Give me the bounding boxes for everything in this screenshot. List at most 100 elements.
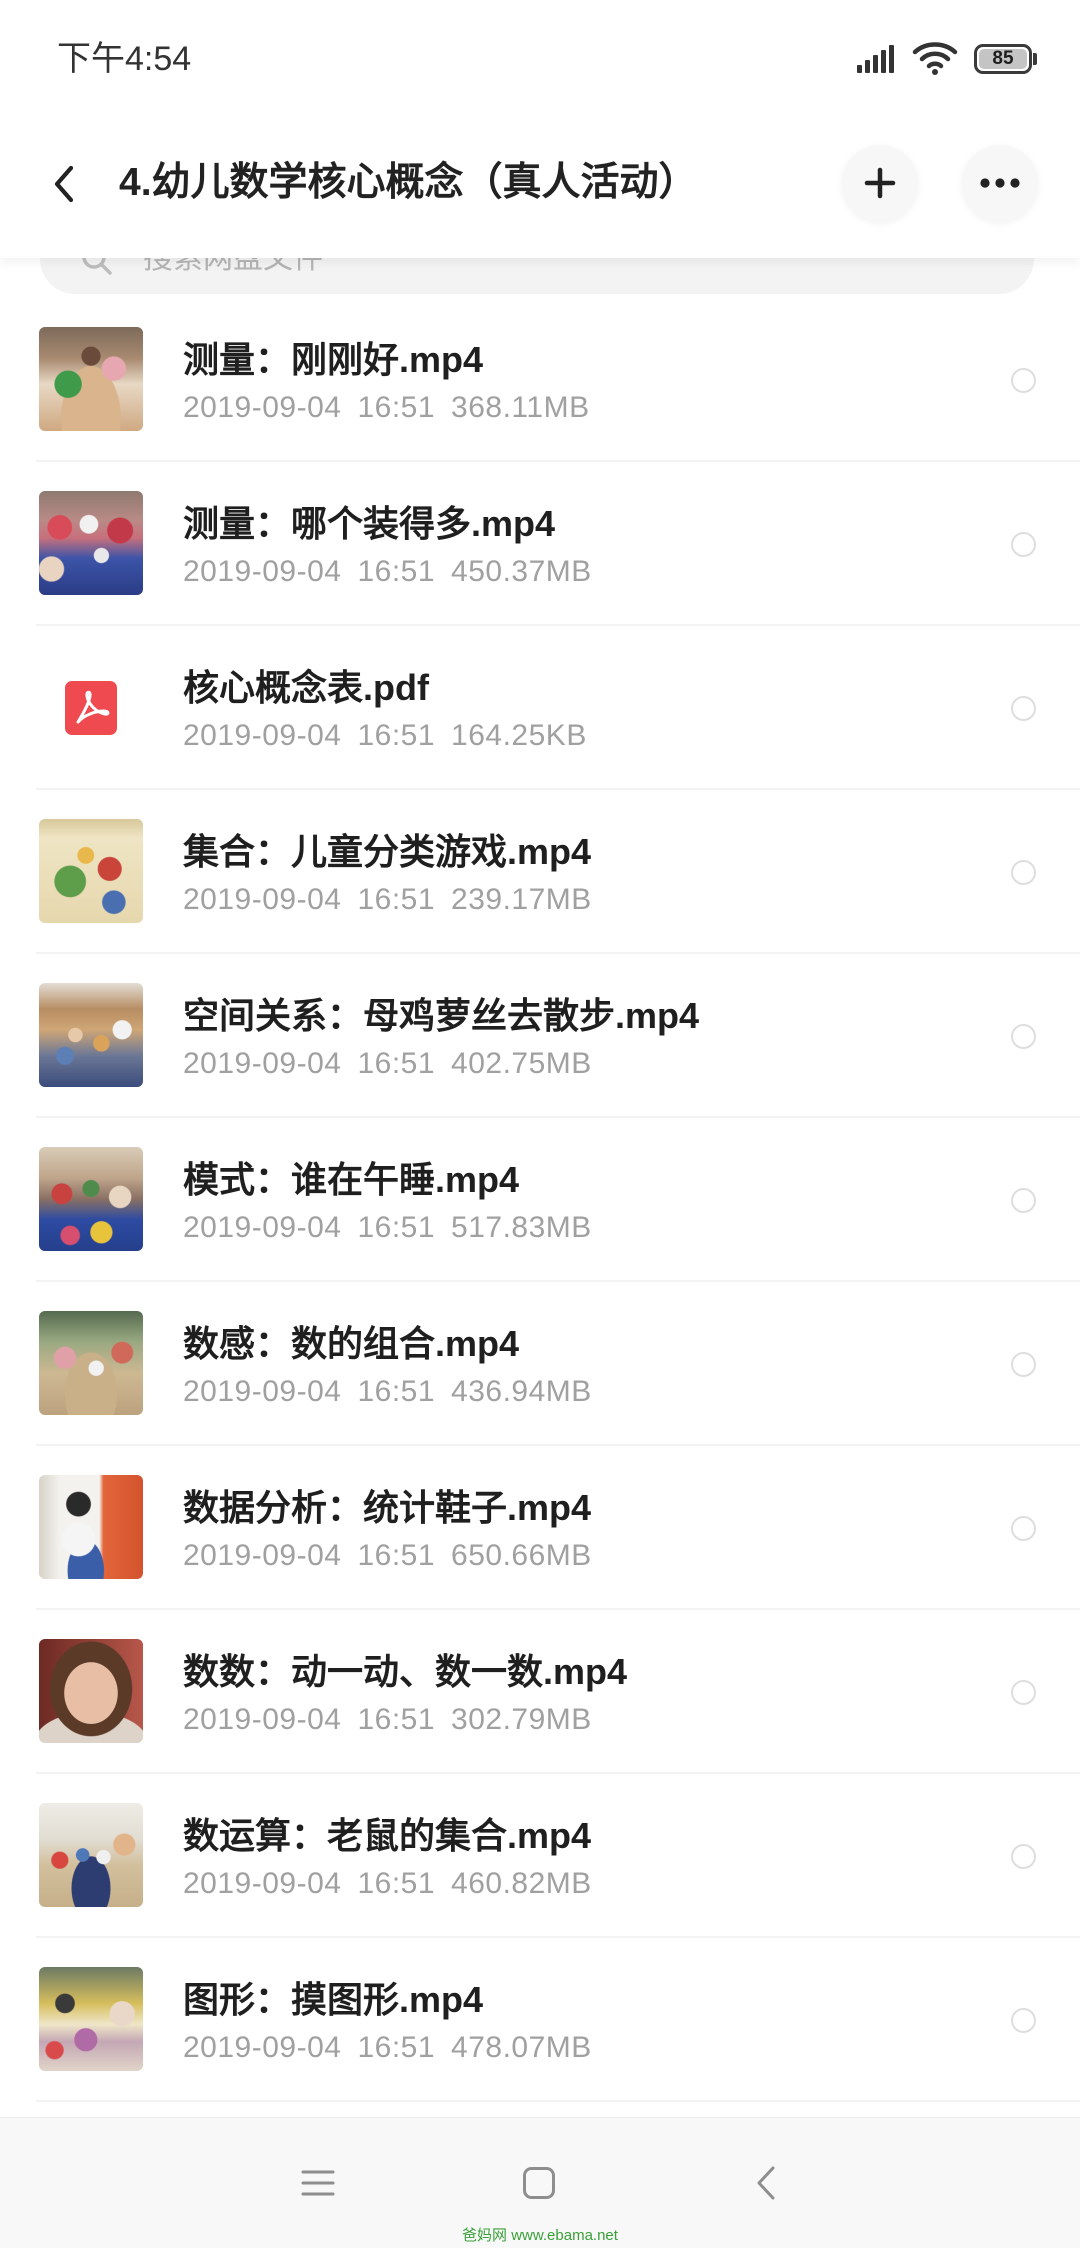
file-size: 239.17MB [451, 883, 592, 916]
more-button[interactable] [962, 145, 1038, 221]
file-time: 16:51 [357, 1867, 436, 1900]
file-size: 164.25KB [451, 719, 587, 752]
file-name: 模式：谁在午睡.mp4 [183, 1159, 520, 1200]
plus-icon [864, 167, 896, 199]
status-time: 下午4:54 [57, 40, 192, 78]
file-row[interactable]: 核心概念表.pdf 2019-09-04 16:51 164.25KB [0, 626, 1080, 790]
select-checkbox[interactable] [1011, 1188, 1036, 1213]
file-meta: 2019-09-04 16:51 460.82MB [183, 1866, 608, 1902]
video-thumbnail [39, 1147, 143, 1251]
wifi-icon [912, 42, 958, 75]
file-time: 16:51 [357, 391, 436, 424]
video-thumbnail [39, 1967, 143, 2071]
video-thumbnail [39, 1475, 143, 1579]
select-checkbox[interactable] [1011, 1516, 1036, 1541]
file-name: 数数：动一动、数一数.mp4 [183, 1651, 628, 1692]
file-name: 集合：儿童分类游戏.mp4 [183, 831, 592, 872]
file-size: 402.75MB [451, 1047, 592, 1080]
file-row[interactable]: 数数：动一动、数一数.mp4 2019-09-04 16:51 302.79MB [0, 1610, 1080, 1774]
file-meta: 2019-09-04 16:51 302.79MB [183, 1702, 608, 1738]
select-checkbox[interactable] [1011, 696, 1036, 721]
watermark-text: 爸妈网 www.ebama.net [462, 2227, 618, 2244]
file-date: 2019-09-04 [183, 883, 342, 916]
file-time: 16:51 [357, 555, 436, 588]
select-checkbox[interactable] [1011, 1844, 1036, 1869]
select-checkbox[interactable] [1011, 1352, 1036, 1377]
file-time: 16:51 [357, 2031, 436, 2064]
file-row[interactable]: 空间关系：母鸡萝丝去散步.mp4 2019-09-04 16:51 402.75MB [0, 954, 1080, 1118]
file-row[interactable]: 模式：谁在午睡.mp4 2019-09-04 16:51 517.83MB [0, 1118, 1080, 1282]
file-date: 2019-09-04 [183, 719, 342, 752]
video-thumbnail [39, 819, 143, 923]
file-row[interactable]: 测量：哪个装得多.mp4 2019-09-04 16:51 450.37MB [0, 462, 1080, 626]
video-thumbnail [39, 1639, 143, 1743]
select-checkbox[interactable] [1011, 1024, 1036, 1049]
file-row[interactable]: 图形：摸图形.mp4 2019-09-04 16:51 478.07MB [0, 1938, 1080, 2102]
file-size: 450.37MB [451, 555, 592, 588]
file-row[interactable]: 数据分析：统计鞋子.mp4 2019-09-04 16:51 650.66MB [0, 1446, 1080, 1610]
select-checkbox[interactable] [1011, 368, 1036, 393]
file-list: 测量：刚刚好.mp4 2019-09-04 16:51 368.11MB 测量：哪个装得… [0, 298, 1080, 2102]
file-name: 核心概念表.pdf [183, 667, 429, 708]
file-meta: 2019-09-04 16:51 436.94MB [183, 1374, 608, 1410]
file-name: 数据分析：统计鞋子.mp4 [183, 1487, 592, 1528]
video-thumbnail [39, 1311, 143, 1415]
file-name: 测量：刚刚好.mp4 [183, 339, 484, 380]
status-bar: 下午4:54 85 [0, 0, 1080, 110]
file-name: 空间关系：母鸡萝丝去散步.mp4 [183, 995, 700, 1036]
file-date: 2019-09-04 [183, 1047, 342, 1080]
menu-icon [301, 2170, 335, 2196]
file-name: 测量：哪个装得多.mp4 [183, 503, 556, 544]
battery-cap [1033, 53, 1037, 65]
file-size: 478.07MB [451, 2031, 592, 2064]
file-meta: 2019-09-04 16:51 478.07MB [183, 2030, 608, 2066]
file-size: 517.83MB [451, 1211, 592, 1244]
page-title: 4.幼儿数学核心概念（真人活动） [119, 161, 698, 204]
file-name: 数运算：老鼠的集合.mp4 [183, 1815, 592, 1856]
file-meta: 2019-09-04 16:51 450.37MB [183, 554, 608, 590]
file-size: 436.94MB [451, 1375, 592, 1408]
battery-percent: 85 [992, 48, 1014, 69]
file-row[interactable]: 测量：刚刚好.mp4 2019-09-04 16:51 368.11MB [0, 298, 1080, 462]
header-bar: 4.幼儿数学核心概念（真人活动） [0, 110, 1080, 258]
video-thumbnail [39, 983, 143, 1087]
signal-icon [857, 45, 894, 73]
pdf-icon [65, 681, 117, 735]
file-time: 16:51 [357, 1047, 436, 1080]
chevron-left-icon [54, 165, 74, 203]
file-name: 图形：摸图形.mp4 [183, 1979, 484, 2020]
file-row[interactable]: 数运算：老鼠的集合.mp4 2019-09-04 16:51 460.82MB [0, 1774, 1080, 1938]
more-dots-icon [980, 178, 1020, 188]
recent-apps-button[interactable] [288, 2156, 348, 2210]
select-checkbox[interactable] [1011, 1680, 1036, 1705]
home-square-icon [523, 2167, 555, 2199]
file-date: 2019-09-04 [183, 391, 342, 424]
file-meta: 2019-09-04 16:51 650.66MB [183, 1538, 608, 1574]
file-size: 460.82MB [451, 1867, 592, 1900]
file-time: 16:51 [357, 1375, 436, 1408]
file-date: 2019-09-04 [183, 1539, 342, 1572]
back-button[interactable] [40, 154, 88, 214]
file-row[interactable]: 数感：数的组合.mp4 2019-09-04 16:51 436.94MB [0, 1282, 1080, 1446]
file-size: 368.11MB [451, 391, 590, 424]
file-time: 16:51 [357, 719, 436, 752]
file-date: 2019-09-04 [183, 2031, 342, 2064]
nav-back-icon [757, 2166, 775, 2200]
file-date: 2019-09-04 [183, 1375, 342, 1408]
file-name: 数感：数的组合.mp4 [183, 1323, 520, 1364]
add-button[interactable] [842, 145, 918, 221]
file-row[interactable]: 集合：儿童分类游戏.mp4 2019-09-04 16:51 239.17MB [0, 790, 1080, 954]
video-thumbnail [39, 327, 143, 431]
home-button[interactable] [509, 2156, 569, 2210]
file-size: 650.66MB [451, 1539, 592, 1572]
file-date: 2019-09-04 [183, 1211, 342, 1244]
video-thumbnail [39, 491, 143, 595]
select-checkbox[interactable] [1011, 532, 1036, 557]
file-time: 16:51 [357, 883, 436, 916]
system-nav-bar: 爸妈网 www.ebama.net [0, 2117, 1080, 2248]
select-checkbox[interactable] [1011, 860, 1036, 885]
file-date: 2019-09-04 [183, 1867, 342, 1900]
system-back-button[interactable] [736, 2156, 796, 2210]
file-meta: 2019-09-04 16:51 164.25KB [183, 718, 603, 754]
select-checkbox[interactable] [1011, 2008, 1036, 2033]
